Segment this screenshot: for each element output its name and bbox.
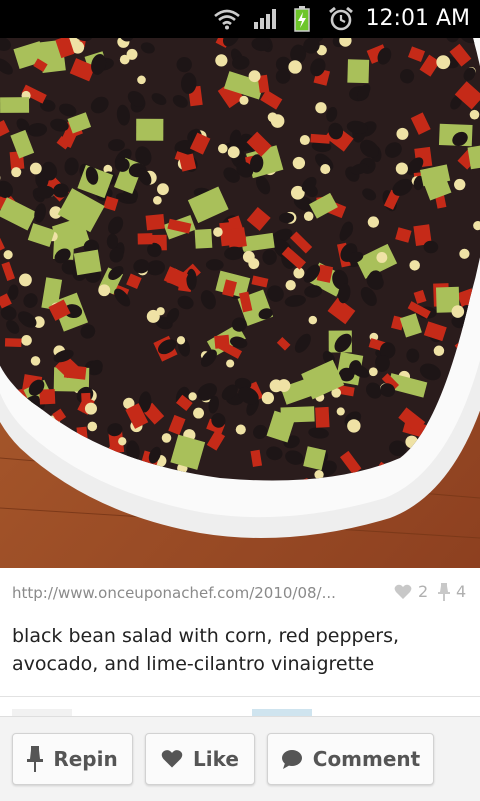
like-stat: 2 bbox=[394, 582, 428, 601]
pin-meta-row: http://www.onceuponachef.com/2010/08/...… bbox=[0, 568, 480, 620]
salad-image bbox=[0, 38, 480, 568]
repin-label: Repin bbox=[53, 747, 117, 771]
signal-icon bbox=[252, 0, 280, 38]
comment-button[interactable]: Comment bbox=[267, 733, 434, 785]
comment-label: Comment bbox=[313, 747, 420, 771]
status-bar: 12:01 AM bbox=[0, 0, 480, 38]
heart-icon bbox=[394, 584, 412, 600]
divider bbox=[0, 696, 480, 697]
source-link[interactable]: http://www.onceuponachef.com/2010/08/... bbox=[12, 584, 352, 602]
repin-stat: 4 bbox=[438, 582, 466, 601]
like-count: 2 bbox=[418, 582, 428, 601]
repin-button[interactable]: Repin bbox=[12, 733, 133, 785]
like-label: Like bbox=[193, 747, 239, 771]
clock-time: 12:01 AM bbox=[366, 0, 470, 38]
pin-icon bbox=[438, 583, 450, 601]
wifi-icon bbox=[212, 0, 242, 38]
heart-icon bbox=[161, 749, 183, 769]
action-bar: Repin Like Comment bbox=[0, 716, 480, 801]
like-button[interactable]: Like bbox=[145, 733, 255, 785]
alarm-icon bbox=[326, 0, 356, 38]
speech-bubble-icon bbox=[281, 749, 303, 769]
pin-icon bbox=[27, 746, 43, 772]
pin-photo[interactable] bbox=[0, 38, 480, 568]
pin-description: black bean salad with corn, red peppers,… bbox=[12, 622, 468, 678]
battery-charging-icon bbox=[291, 0, 313, 38]
repin-count: 4 bbox=[456, 582, 466, 601]
